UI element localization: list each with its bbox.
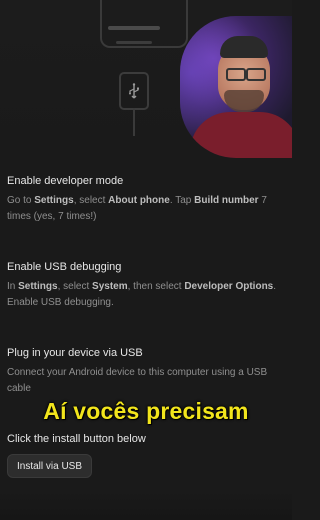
step-enable-developer-mode: Enable developer mode Go to Settings, se… [7, 174, 292, 225]
bottom-fade [0, 490, 292, 520]
phone-bar [108, 26, 160, 30]
step-plug-in-device: Plug in your device via USB Connect your… [7, 346, 292, 397]
step-description: Connect your Android device to this comp… [7, 367, 268, 394]
step-title: Plug in your device via USB [7, 347, 143, 359]
step-title: Click the install button below [7, 433, 146, 445]
webcam-overlay [180, 16, 292, 158]
usb-icon [119, 72, 149, 110]
video-caption: Aí vocês precisam [43, 398, 249, 424]
step-title: Enable USB debugging [7, 261, 122, 273]
phone-bar [116, 41, 152, 44]
step-click-install: Click the install button below [7, 432, 292, 446]
install-via-usb-button[interactable]: Install via USB [7, 454, 93, 478]
step-description: Go to Settings, select About phone. Tap … [7, 195, 267, 222]
step-title: Enable developer mode [7, 175, 124, 187]
step-enable-usb-debugging: Enable USB debugging In Settings, select… [7, 260, 292, 311]
usb-cable [133, 108, 135, 136]
presenter-shirt [190, 112, 292, 158]
step-description: In Settings, select System, then select … [7, 281, 277, 308]
